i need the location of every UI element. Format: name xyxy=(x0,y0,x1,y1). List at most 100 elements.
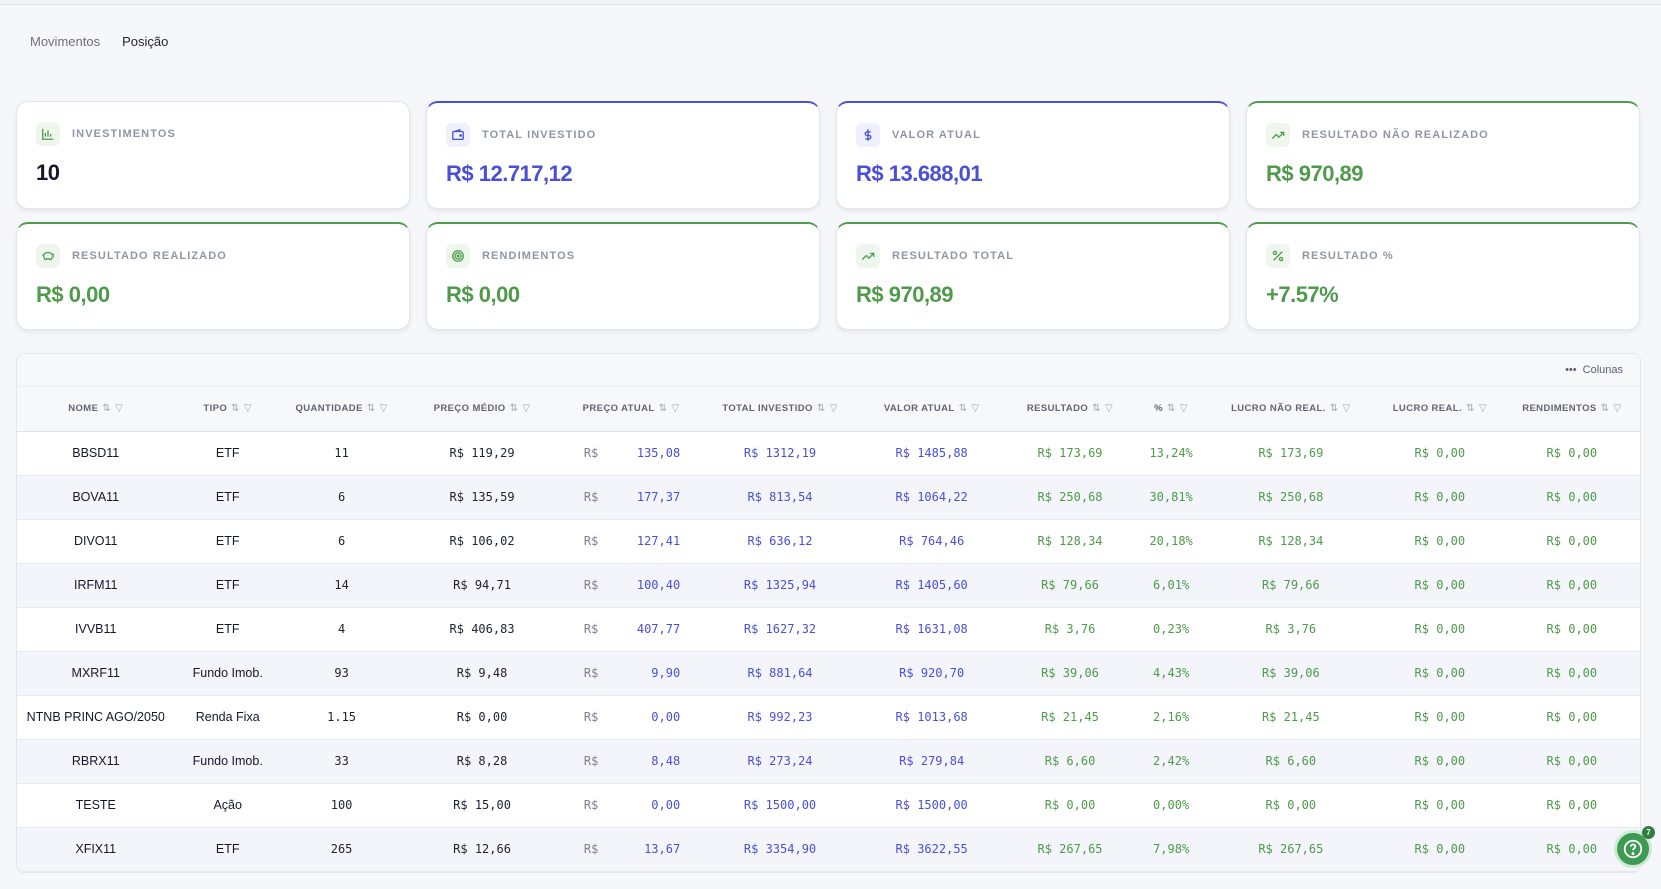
table-row[interactable]: NTNB PRINC AGO/2050 Renda Fixa 1.15 R$ 0,00… xyxy=(17,695,1640,739)
cell-resultado: R$ 6,60 xyxy=(1044,754,1096,768)
table-row[interactable]: BBSD11 ETF 11 R$ 119,29 R$ 135,08 R$ 1312,19 R$… xyxy=(17,431,1640,475)
price-value: 177,37 xyxy=(636,490,681,504)
sort-icon[interactable]: ⇅ xyxy=(510,403,519,414)
column-header-lucro-real[interactable]: LUCRO REAL. ⇅ ▽ xyxy=(1376,387,1504,431)
filter-icon[interactable]: ▽ xyxy=(671,403,679,414)
table-row[interactable]: IVVB11 ETF 4 R$ 406,83 R$ 407,77 R$ 1627,32 R$ … xyxy=(17,607,1640,651)
sort-icon[interactable]: ⇅ xyxy=(102,403,111,414)
card-value: R$ 12.717,12 xyxy=(446,161,573,186)
cell-nome: RBRX11 xyxy=(71,754,120,768)
table-row[interactable]: IRFM11 ETF 14 R$ 94,71 R$ 100,40 R$ 1325,94 R$ … xyxy=(17,563,1640,607)
cell-preco-medio: R$ 9,48 xyxy=(456,666,508,680)
filter-icon[interactable]: ▽ xyxy=(1105,403,1113,414)
cell-lucro-real: R$ 0,00 xyxy=(1414,798,1466,812)
table-row[interactable]: DIVO11 ETF 6 R$ 106,02 R$ 127,41 R$ 636,12 R$ 7… xyxy=(17,519,1640,563)
cell-valor-atual: R$ 1631,08 xyxy=(895,622,968,636)
cell-lucro-nao-real: R$ 128,34 xyxy=(1258,534,1324,548)
table-row[interactable]: RBRX11 Fundo Imob. 33 R$ 8,28 R$ 8,48 R$ 273,2… xyxy=(17,739,1640,783)
price-value: 0,00 xyxy=(651,710,681,724)
column-header-label: QUANTIDADE xyxy=(295,403,363,415)
column-header-resultado[interactable]: RESULTADO ⇅ ▽ xyxy=(1004,387,1137,431)
filter-icon[interactable]: ▽ xyxy=(380,403,388,414)
table-row[interactable]: TESTE Ação 100 R$ 15,00 R$ 0,00 R$ 1500,00 R$ 1… xyxy=(17,783,1640,827)
sort-icon[interactable]: ⇅ xyxy=(1330,403,1339,414)
cell-preco-atual: R$ 13,67 xyxy=(562,827,700,871)
column-header-pct[interactable]: % ⇅ ▽ xyxy=(1137,387,1206,431)
column-header-label: TIPO xyxy=(203,403,228,415)
column-header-rendimentos[interactable]: RENDIMENTOS ⇅ ▽ xyxy=(1504,387,1640,431)
cell-lucro-nao-real: R$ 79,66 xyxy=(1261,578,1320,592)
sort-icon[interactable]: ⇅ xyxy=(1167,403,1176,414)
sort-icon[interactable]: ⇅ xyxy=(367,403,376,414)
cell-pct: 20,18% xyxy=(1149,534,1193,548)
price-value: 407,77 xyxy=(636,622,681,636)
sort-icon[interactable]: ⇅ xyxy=(1466,403,1475,414)
tab-movimentos[interactable]: Movimentos xyxy=(30,32,100,53)
sort-icon[interactable]: ⇅ xyxy=(659,403,668,414)
price-value: 13,67 xyxy=(644,842,681,856)
column-header-preco-atual[interactable]: PREÇO ATUAL ⇅ ▽ xyxy=(562,387,700,431)
columns-button[interactable]: ••• Colunas xyxy=(1565,364,1623,376)
cell-valor-atual: R$ 1485,88 xyxy=(895,446,968,460)
help-circle-icon xyxy=(1623,839,1643,859)
cell-valor-atual: R$ 1013,68 xyxy=(895,710,968,724)
filter-icon[interactable]: ▽ xyxy=(830,403,838,414)
filter-icon[interactable]: ▽ xyxy=(1343,403,1351,414)
table-row[interactable]: MXRF11 Fundo Imob. 93 R$ 9,48 R$ 9,90 R$ 881,6… xyxy=(17,651,1640,695)
card-value: R$ 0,00 xyxy=(446,282,520,307)
cell-lucro-real: R$ 0,00 xyxy=(1414,754,1466,768)
column-header-nome[interactable]: NOME ⇅ ▽ xyxy=(17,387,175,431)
cell-pct: 0,00% xyxy=(1153,798,1190,812)
sort-icon[interactable]: ⇅ xyxy=(231,403,240,414)
column-header-tipo[interactable]: TIPO ⇅ ▽ xyxy=(175,387,281,431)
sort-icon[interactable]: ⇅ xyxy=(817,403,826,414)
filter-icon[interactable]: ▽ xyxy=(1479,403,1487,414)
cell-quantidade: 93 xyxy=(334,666,349,680)
cell-total-investido: R$ 273,24 xyxy=(747,754,813,768)
cell-tipo: ETF xyxy=(215,446,240,460)
trending-up-icon xyxy=(856,244,880,268)
table-row[interactable]: XFIX11 ETF 265 R$ 12,66 R$ 13,67 R$ 3354,90 R$ … xyxy=(17,827,1640,871)
sort-icon[interactable]: ⇅ xyxy=(1601,403,1610,414)
column-header-quantidade[interactable]: QUANTIDADE ⇅ ▽ xyxy=(281,387,402,431)
cell-quantidade: 100 xyxy=(330,798,353,812)
cell-nome: IVVB11 xyxy=(75,622,117,636)
cell-preco-atual: R$ 177,37 xyxy=(562,475,700,519)
tab-posicao[interactable]: Posição xyxy=(122,32,168,53)
column-header-preco-medio[interactable]: PREÇO MÉDIO ⇅ ▽ xyxy=(402,387,562,431)
column-header-lucro-nao-real[interactable]: LUCRO NÃO REAL. ⇅ ▽ xyxy=(1206,387,1376,431)
cell-tipo: Renda Fixa xyxy=(195,710,260,724)
cell-pct: 0,23% xyxy=(1153,622,1190,636)
filter-icon[interactable]: ▽ xyxy=(1613,403,1621,414)
cell-lucro-real: R$ 0,00 xyxy=(1414,490,1466,504)
cell-pct: 6,01% xyxy=(1153,578,1190,592)
cell-rendimentos: R$ 0,00 xyxy=(1546,622,1598,636)
column-header-total-investido[interactable]: TOTAL INVESTIDO ⇅ ▽ xyxy=(700,387,860,431)
cell-preco-atual: R$ 100,40 xyxy=(562,563,700,607)
cell-preco-atual: R$ 0,00 xyxy=(562,783,700,827)
cell-resultado: R$ 3,76 xyxy=(1044,622,1096,636)
filter-icon[interactable]: ▽ xyxy=(971,403,979,414)
cell-resultado: R$ 173,69 xyxy=(1037,446,1103,460)
cell-lucro-nao-real: R$ 3,76 xyxy=(1265,622,1317,636)
sort-icon[interactable]: ⇅ xyxy=(959,403,968,414)
cell-pct: 7,98% xyxy=(1153,842,1190,856)
column-header-valor-atual[interactable]: VALOR ATUAL ⇅ ▽ xyxy=(860,387,1004,431)
filter-icon[interactable]: ▽ xyxy=(244,403,252,414)
card-value: +7.57% xyxy=(1266,282,1339,307)
filter-icon[interactable]: ▽ xyxy=(522,403,530,414)
cell-total-investido: R$ 1312,19 xyxy=(743,446,817,460)
cell-lucro-real: R$ 0,00 xyxy=(1414,534,1466,548)
card-label: RESULTADO TOTAL xyxy=(892,250,1015,262)
price-value: 135,08 xyxy=(636,446,681,460)
sort-icon[interactable]: ⇅ xyxy=(1092,403,1101,414)
price-prefix: R$ xyxy=(583,710,599,724)
price-value: 8,48 xyxy=(651,754,681,768)
cell-rendimentos: R$ 0,00 xyxy=(1546,754,1598,768)
filter-icon[interactable]: ▽ xyxy=(1180,403,1188,414)
price-prefix: R$ xyxy=(583,578,599,592)
filter-icon[interactable]: ▽ xyxy=(115,403,123,414)
table-toolbar: ••• Colunas xyxy=(17,354,1640,387)
table-row[interactable]: BOVA11 ETF 6 R$ 135,59 R$ 177,37 R$ 813,54 R$ 1… xyxy=(17,475,1640,519)
cell-quantidade: 6 xyxy=(337,490,346,504)
